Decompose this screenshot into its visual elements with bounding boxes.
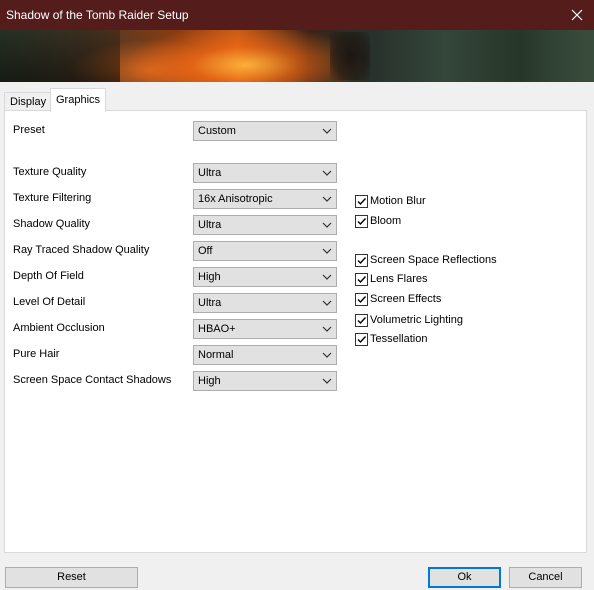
dropdown-value: Custom — [198, 125, 236, 137]
dropdown-value: Normal — [198, 349, 234, 361]
ray-traced-shadow-quality-dropdown[interactable]: Off — [193, 241, 337, 261]
chevron-down-icon — [322, 170, 332, 176]
checkmark-icon — [357, 296, 367, 304]
close-button[interactable] — [560, 0, 594, 30]
dropdown-value: Ultra — [198, 167, 222, 179]
checkbox-label: Lens Flares — [370, 273, 428, 285]
title-bar: Shadow of the Tomb Raider Setup — [0, 0, 594, 30]
window-title: Shadow of the Tomb Raider Setup — [6, 8, 189, 22]
checkbox-label: Bloom — [370, 215, 402, 227]
checkbox-box — [355, 215, 368, 228]
chevron-down-icon — [322, 196, 332, 202]
reset-button[interactable]: Reset — [5, 567, 138, 588]
dropdown-value: High — [198, 271, 221, 283]
level-of-detail-dropdown[interactable]: Ultra — [193, 293, 337, 313]
setting-row-screen-space-contact-shadows: Screen Space Contact Shadows High — [5, 371, 365, 391]
cancel-button[interactable]: Cancel — [509, 567, 582, 588]
checkbox-label: Motion Blur — [370, 195, 426, 207]
graphics-panel: Preset Custom Texture Quality Ultra Text… — [4, 110, 587, 553]
checkmark-icon — [357, 336, 367, 344]
dropdown-value: 16x Anisotropic — [198, 193, 273, 205]
pure-hair-dropdown[interactable]: Normal — [193, 345, 337, 365]
chevron-down-icon — [322, 274, 332, 280]
setting-row-ray-traced-shadow-quality: Ray Traced Shadow Quality Off — [5, 241, 365, 261]
checkbox-label: Volumetric Lighting — [370, 314, 463, 326]
dropdown-value: Off — [198, 245, 213, 257]
dropdown-value: Ultra — [198, 297, 222, 309]
checkbox-label: Screen Effects — [370, 293, 442, 305]
setting-label: Level Of Detail — [13, 296, 86, 308]
checkmark-icon — [357, 218, 367, 226]
setting-label: Depth Of Field — [13, 270, 84, 282]
checkbox-label: Tessellation — [370, 333, 428, 345]
texture-quality-dropdown[interactable]: Ultra — [193, 163, 337, 183]
setting-label: Texture Quality — [13, 166, 87, 178]
setting-label: Pure Hair — [13, 348, 60, 360]
setting-row-texture-filtering: Texture Filtering 16x Anisotropic — [5, 189, 365, 209]
ok-button[interactable]: Ok — [428, 567, 501, 588]
shadow-quality-dropdown[interactable]: Ultra — [193, 215, 337, 235]
chevron-down-icon — [322, 128, 332, 134]
setting-row-shadow-quality: Shadow Quality Ultra — [5, 215, 365, 235]
setting-label: Ambient Occlusion — [13, 322, 105, 334]
chevron-down-icon — [322, 248, 332, 254]
setting-row-pure-hair: Pure Hair Normal — [5, 345, 365, 365]
texture-filtering-dropdown[interactable]: 16x Anisotropic — [193, 189, 337, 209]
checkbox-box — [355, 314, 368, 327]
setting-label: Screen Space Contact Shadows — [13, 374, 172, 386]
preset-label: Preset — [13, 124, 45, 136]
setting-row-depth-of-field: Depth Of Field High — [5, 267, 365, 287]
setting-label: Ray Traced Shadow Quality — [13, 244, 150, 256]
chevron-down-icon — [322, 300, 332, 306]
chevron-down-icon — [322, 326, 332, 332]
checkmark-icon — [357, 317, 367, 325]
dropdown-value: High — [198, 375, 221, 387]
checkbox-box — [355, 254, 368, 267]
checkbox-box — [355, 293, 368, 306]
dropdown-value: Ultra — [198, 219, 222, 231]
checkmark-icon — [357, 257, 367, 265]
setting-row-level-of-detail: Level Of Detail Ultra — [5, 293, 365, 313]
preset-dropdown[interactable]: Custom — [193, 121, 337, 141]
setting-label: Texture Filtering — [13, 192, 92, 204]
checkbox-box — [355, 195, 368, 208]
chevron-down-icon — [322, 352, 332, 358]
header-banner-image — [0, 30, 594, 82]
checkbox-box — [355, 333, 368, 346]
chevron-down-icon — [322, 222, 332, 228]
checkmark-icon — [357, 198, 367, 206]
setting-row-texture-quality: Texture Quality Ultra — [5, 163, 365, 183]
tab-display[interactable]: Display — [4, 92, 53, 111]
checkbox-label: Screen Space Reflections — [370, 254, 497, 266]
depth-of-field-dropdown[interactable]: High — [193, 267, 337, 287]
tab-graphics[interactable]: Graphics — [50, 88, 107, 112]
close-icon — [571, 9, 583, 21]
checkbox-box — [355, 273, 368, 286]
checkmark-icon — [357, 276, 367, 284]
ambient-occlusion-dropdown[interactable]: HBAO+ — [193, 319, 337, 339]
dropdown-value: HBAO+ — [198, 323, 236, 335]
setting-label: Shadow Quality — [13, 218, 91, 230]
screen-space-contact-shadows-dropdown[interactable]: High — [193, 371, 337, 391]
preset-row: Preset Custom — [5, 121, 365, 141]
chevron-down-icon — [322, 378, 332, 384]
setting-row-ambient-occlusion: Ambient Occlusion HBAO+ — [5, 319, 365, 339]
